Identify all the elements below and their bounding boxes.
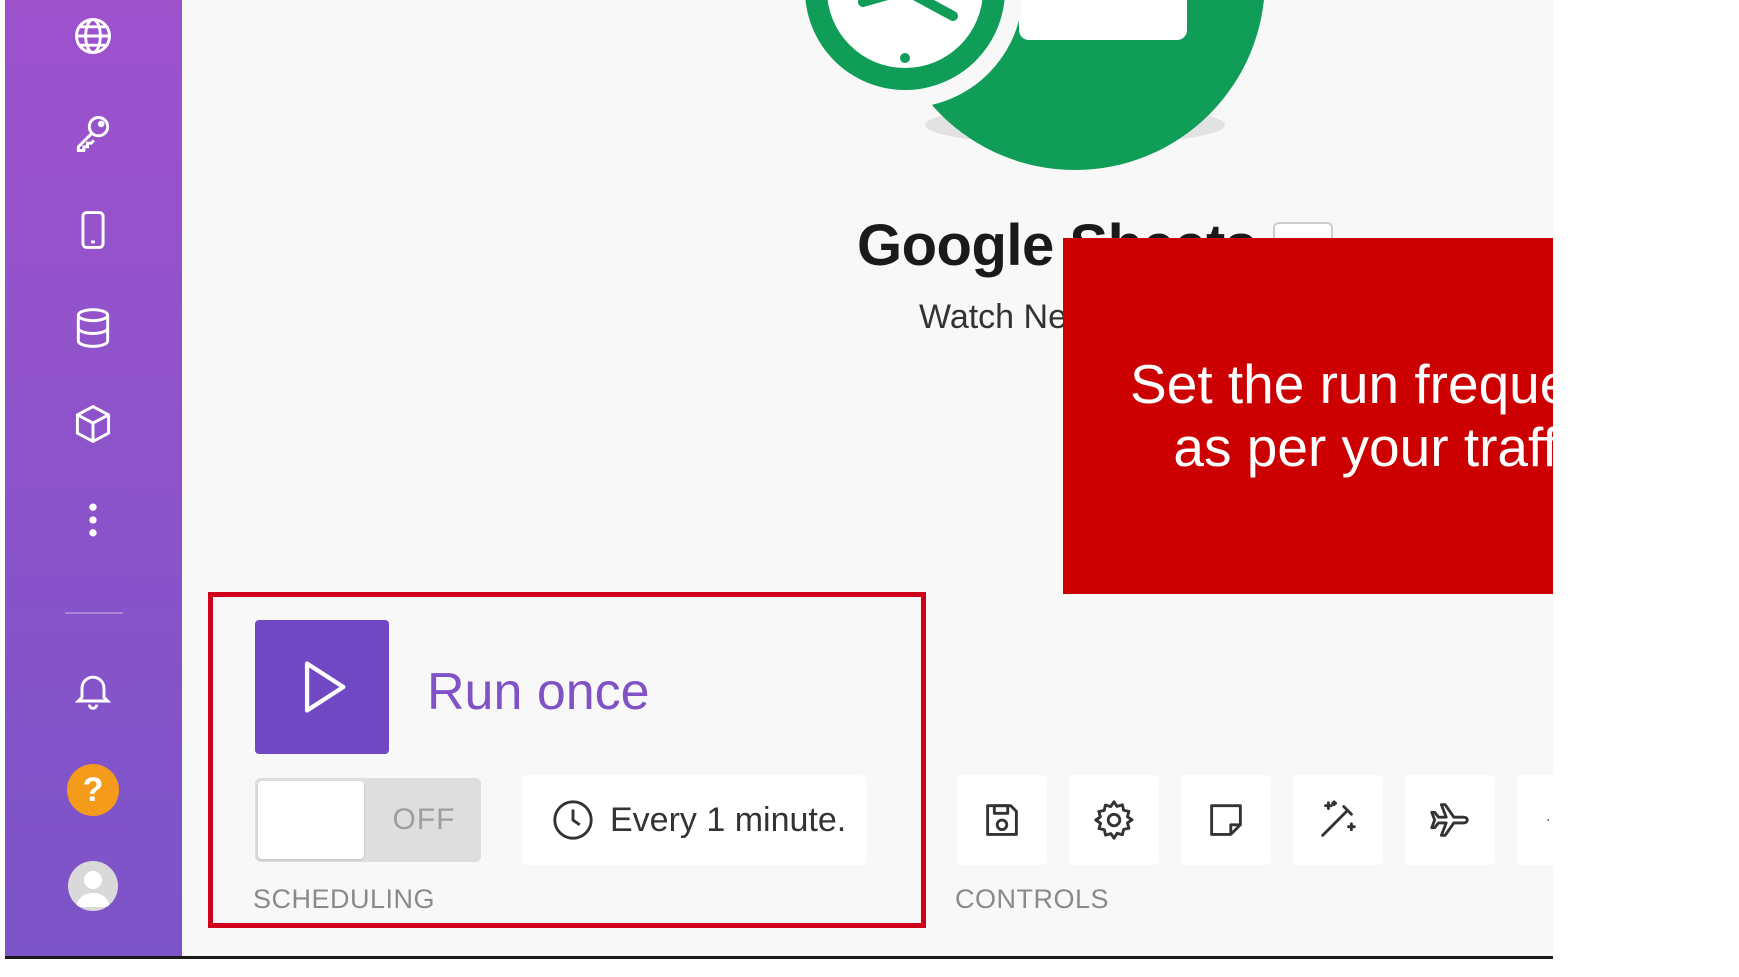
explain-flow-button[interactable] [1405, 775, 1495, 865]
page-margin [1553, 0, 1739, 977]
google-sheets-module-icon[interactable] [775, 0, 1295, 180]
more-controls-button[interactable] [1517, 775, 1553, 865]
airplane-icon [1430, 803, 1469, 837]
sidebar-divider [65, 612, 123, 614]
toggle-knob [258, 781, 364, 859]
scenario-settings-button[interactable] [1069, 775, 1159, 865]
notes-button[interactable] [1181, 775, 1271, 865]
cube-icon [75, 404, 111, 444]
globe-icon [75, 18, 111, 54]
more-vertical-icon [89, 503, 97, 537]
sidebar-item-keys[interactable] [63, 104, 123, 164]
sidebar-item-help[interactable]: ? [63, 760, 123, 820]
module-subtitle: Watch Ne [919, 298, 1068, 336]
tutorial-callout: Set the run frequency as per your traffi… [1063, 238, 1553, 594]
schedule-interval-text: Every 1 minute. [610, 800, 847, 839]
callout-line-2: as per your traffic. [1173, 416, 1553, 478]
run-once-button[interactable] [255, 620, 389, 754]
sidebar-item-devices[interactable] [63, 200, 123, 260]
sidebar-item-profile[interactable] [63, 856, 123, 916]
scheduling-toggle[interactable]: OFF [255, 778, 481, 862]
sidebar-item-notifications[interactable] [63, 660, 123, 720]
bell-icon [74, 675, 112, 710]
sidebar-item-structures[interactable] [63, 394, 123, 454]
sidebar-item-globe[interactable] [63, 6, 123, 66]
schedule-interval-button[interactable]: Every 1 minute. [522, 775, 866, 865]
save-button[interactable] [957, 775, 1047, 865]
controls-section-label: CONTROLS [955, 884, 1110, 914]
gear-icon [1094, 800, 1134, 840]
scheduling-section-label: SCHEDULING [253, 884, 436, 914]
clock-icon [553, 800, 593, 840]
callout-line-1: Set the run frequency [1130, 352, 1553, 415]
database-icon [76, 308, 110, 348]
auto-align-button[interactable] [1293, 775, 1383, 865]
user-avatar-icon [68, 861, 118, 911]
run-once-label[interactable]: Run once [427, 662, 650, 722]
toggle-state-label: OFF [392, 803, 456, 836]
window-bottom-edge [5, 956, 1553, 959]
key-icon [76, 116, 110, 152]
play-icon [304, 661, 346, 713]
magic-wand-icon [1321, 800, 1356, 837]
app-window: ? Google Sheets Watch Ne Set the run fre… [5, 0, 1553, 958]
note-icon [1210, 804, 1242, 836]
sidebar-item-datastores[interactable] [63, 298, 123, 358]
sidebar: ? [5, 0, 182, 958]
help-icon: ? [67, 764, 119, 816]
mobile-device-icon [81, 211, 105, 249]
help-label: ? [82, 770, 104, 809]
sidebar-item-more[interactable] [63, 490, 123, 550]
save-icon [986, 804, 1018, 836]
